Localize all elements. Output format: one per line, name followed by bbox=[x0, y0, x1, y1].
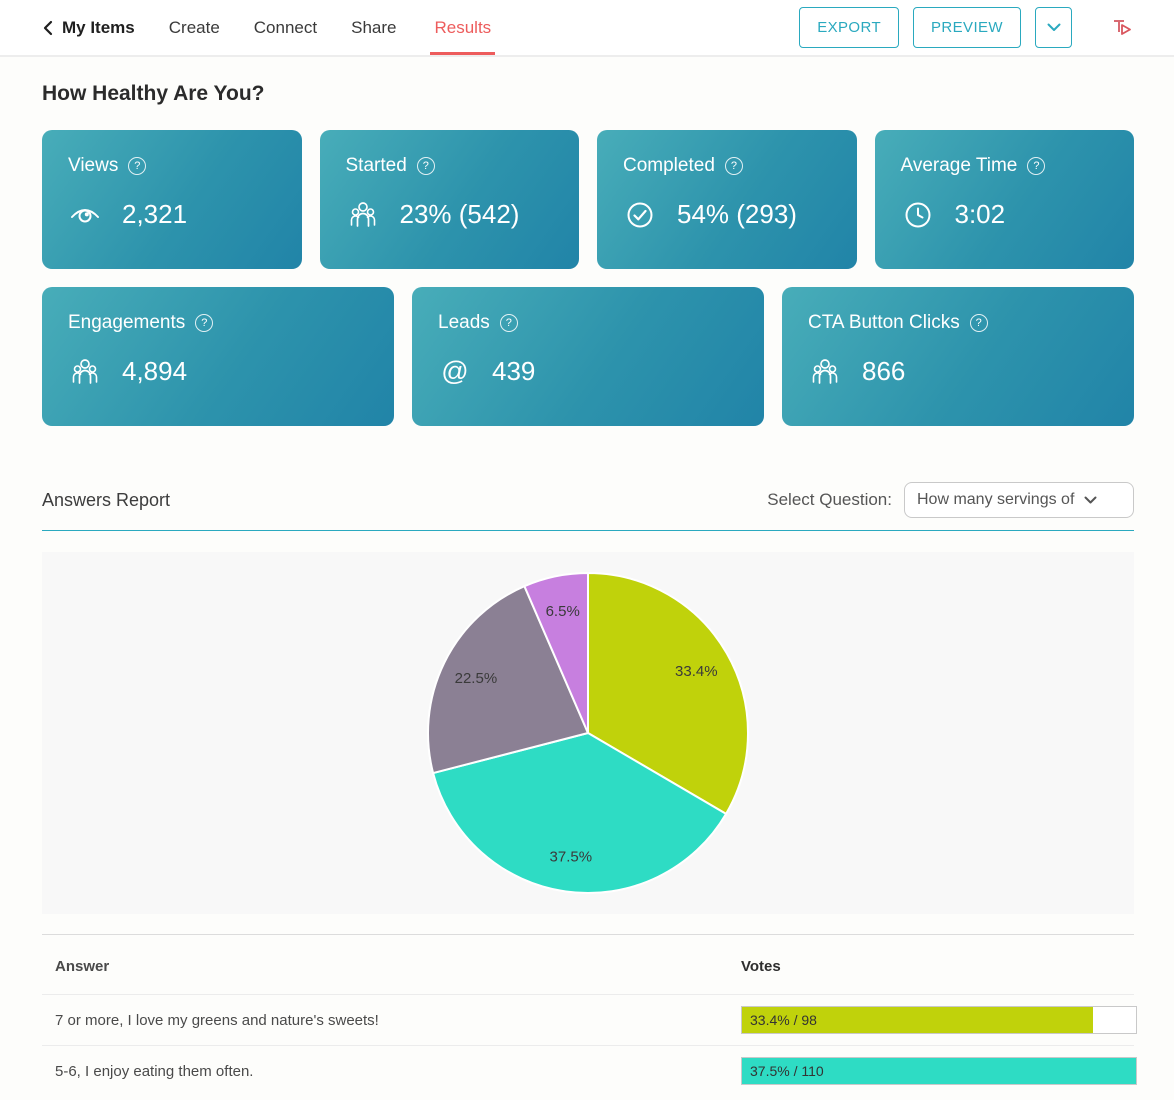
stat-card-views: Views ? 2,321 bbox=[42, 130, 302, 269]
stats-row-2: Engagements ? 4,894 Leads ? @ bbox=[42, 287, 1134, 426]
stat-label: Leads bbox=[438, 312, 490, 334]
table-header-row: Answer Votes bbox=[42, 935, 1134, 994]
pie-slice-label: 6.5% bbox=[546, 603, 580, 620]
stat-value-row: 2,321 bbox=[68, 199, 276, 230]
stat-value-row: 3:02 bbox=[901, 199, 1109, 230]
stat-card-started: Started ? 23% (542) bbox=[320, 130, 580, 269]
stat-label: Views bbox=[68, 155, 118, 177]
preview-button[interactable]: PREVIEW bbox=[913, 7, 1021, 48]
votes-table: Answer Votes 7 or more, I love my greens… bbox=[42, 934, 1134, 1096]
people-group-icon bbox=[68, 358, 102, 386]
question-circle-icon[interactable]: ? bbox=[128, 157, 146, 175]
table-row: 7 or more, I love my greens and nature's… bbox=[42, 994, 1134, 1045]
export-button[interactable]: EXPORT bbox=[799, 7, 899, 48]
stat-value: 4,894 bbox=[122, 356, 187, 387]
answer-text: 5-6, I enjoy eating them often. bbox=[55, 1063, 741, 1080]
stat-label-row: Completed ? bbox=[623, 155, 831, 177]
nav-tabs: Create Connect Share Results bbox=[135, 0, 495, 55]
stat-label: Completed bbox=[623, 155, 715, 177]
stat-value-row: 866 bbox=[808, 356, 1108, 387]
answer-text: 7 or more, I love my greens and nature's… bbox=[55, 1012, 741, 1029]
tab-create[interactable]: Create bbox=[169, 0, 220, 55]
tab-share[interactable]: Share bbox=[351, 0, 396, 55]
pie-slice-label: 33.4% bbox=[675, 663, 718, 680]
stat-label-row: CTA Button Clicks ? bbox=[808, 312, 1108, 334]
stat-card-engagements: Engagements ? 4,894 bbox=[42, 287, 394, 426]
stat-label: Engagements bbox=[68, 312, 185, 334]
tab-connect[interactable]: Connect bbox=[254, 0, 317, 55]
votes-cell: 37.5% / 110 bbox=[741, 1057, 1137, 1085]
answers-report-title: Answers Report bbox=[42, 490, 170, 511]
nav-actions: EXPORT PREVIEW bbox=[799, 0, 1134, 55]
question-circle-icon[interactable]: ? bbox=[970, 314, 988, 332]
votes-cell: 33.4% / 98 bbox=[741, 1006, 1137, 1034]
selected-question: How many servings of bbox=[917, 491, 1074, 509]
people-group-icon bbox=[346, 201, 380, 229]
stat-value: 54% (293) bbox=[677, 199, 797, 230]
column-header-votes: Votes bbox=[741, 958, 1134, 975]
stat-value: 2,321 bbox=[122, 199, 187, 230]
chevron-left-icon bbox=[42, 20, 53, 36]
select-question-label: Select Question: bbox=[767, 490, 892, 510]
stat-value: 439 bbox=[492, 356, 535, 387]
question-circle-icon[interactable]: ? bbox=[195, 314, 213, 332]
question-circle-icon[interactable]: ? bbox=[500, 314, 518, 332]
stat-label: Average Time bbox=[901, 155, 1018, 177]
vote-bar-label: 37.5% / 110 bbox=[742, 1058, 1136, 1084]
question-select-group: Select Question: How many servings of bbox=[767, 482, 1134, 518]
pie-chart[interactable]: 33.4% 37.5% 22.5% 6.5% bbox=[420, 565, 756, 901]
answers-chart-panel: 33.4% 37.5% 22.5% 6.5% bbox=[42, 552, 1134, 914]
more-actions-button[interactable] bbox=[1035, 7, 1072, 48]
stat-value-row: 54% (293) bbox=[623, 199, 831, 230]
stat-label-row: Leads ? bbox=[438, 312, 738, 334]
question-circle-icon[interactable]: ? bbox=[417, 157, 435, 175]
back-to-my-items[interactable]: My Items bbox=[42, 0, 135, 55]
vote-bar-track: 37.5% / 110 bbox=[741, 1057, 1137, 1085]
section-divider bbox=[42, 530, 1134, 531]
stat-card-completed: Completed ? 54% (293) bbox=[597, 130, 857, 269]
tab-results[interactable]: Results bbox=[430, 0, 495, 55]
pie-slice-label: 22.5% bbox=[455, 670, 498, 687]
stat-label-row: Started ? bbox=[346, 155, 554, 177]
question-circle-icon[interactable]: ? bbox=[1027, 157, 1045, 175]
chevron-down-icon bbox=[1047, 23, 1061, 32]
stat-label: CTA Button Clicks bbox=[808, 312, 960, 334]
answers-report-header: Answers Report Select Question: How many… bbox=[42, 482, 1134, 518]
stat-value-row: 23% (542) bbox=[346, 199, 554, 230]
vote-bar-track: 33.4% / 98 bbox=[741, 1006, 1137, 1034]
stat-value: 866 bbox=[862, 356, 905, 387]
table-row: 5-6, I enjoy eating them often. 37.5% / … bbox=[42, 1045, 1134, 1096]
stat-card-leads: Leads ? @ 439 bbox=[412, 287, 764, 426]
brand-logo-icon bbox=[1110, 17, 1134, 39]
stat-value: 23% (542) bbox=[400, 199, 520, 230]
stat-card-average-time: Average Time ? 3:02 bbox=[875, 130, 1135, 269]
vote-bar-label: 33.4% / 98 bbox=[742, 1007, 1136, 1033]
stat-value-row: @ 439 bbox=[438, 356, 738, 387]
top-nav: My Items Create Connect Share Results EX… bbox=[0, 0, 1174, 57]
question-circle-icon[interactable]: ? bbox=[725, 157, 743, 175]
back-label: My Items bbox=[62, 18, 135, 38]
pie-slice-label: 37.5% bbox=[550, 849, 593, 866]
column-header-answer: Answer bbox=[55, 958, 741, 975]
stat-value: 3:02 bbox=[955, 199, 1006, 230]
people-group-icon bbox=[808, 358, 842, 386]
eye-icon bbox=[68, 204, 102, 226]
stat-label: Started bbox=[346, 155, 407, 177]
check-circle-icon bbox=[623, 201, 657, 229]
stat-card-cta-clicks: CTA Button Clicks ? 866 bbox=[782, 287, 1134, 426]
stat-label-row: Views ? bbox=[68, 155, 276, 177]
stat-label-row: Average Time ? bbox=[901, 155, 1109, 177]
page-title: How Healthy Are You? bbox=[42, 82, 1132, 106]
stat-label-row: Engagements ? bbox=[68, 312, 368, 334]
stat-value-row: 4,894 bbox=[68, 356, 368, 387]
question-select-dropdown[interactable]: How many servings of bbox=[904, 482, 1134, 518]
stats-row-1: Views ? 2,321 Started ? bbox=[42, 130, 1134, 269]
chevron-down-icon bbox=[1084, 496, 1097, 504]
at-sign-icon: @ bbox=[438, 358, 472, 385]
clock-icon bbox=[901, 201, 935, 229]
